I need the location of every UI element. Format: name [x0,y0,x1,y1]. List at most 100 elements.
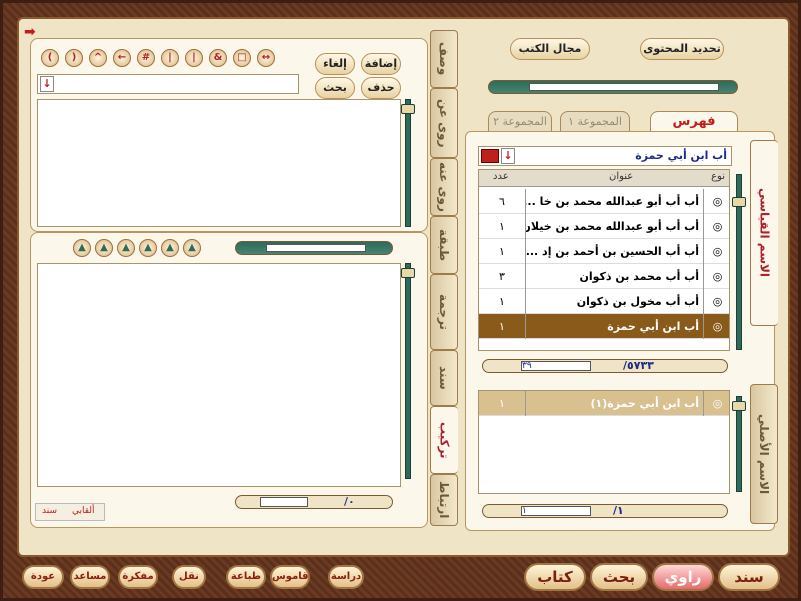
original-scrollbar[interactable] [732,396,746,492]
row-type-icon: ◎ [703,314,731,339]
search-button[interactable]: بحث [315,77,355,99]
bottom-pager: ١ /١ [482,504,728,518]
left-bottom-scrollbar[interactable] [401,263,415,479]
row-count: ١ [499,397,505,410]
bottom-pager-total: /١ [613,504,624,517]
dictionary-button[interactable]: قاموس [270,565,310,589]
row-type-icon: ◎ [703,391,731,416]
transfer-button[interactable]: نقل [172,565,206,589]
left-pager-bar: /٠ [235,495,393,509]
left-mid-bar[interactable] [235,241,393,255]
left-bottom-panel: ▲ ▲ ▲ ▲ ▲ ▲ /٠ ألقابي سند [30,232,428,528]
bottom-pager-current[interactable]: ١ [521,506,591,516]
index-table: نوع عنوان عدد ٦ أب أب أبو عبدالله محمد بن… [478,169,730,351]
index-scrollbar[interactable] [732,174,746,350]
vertical-tab-4[interactable]: ترجمة [430,274,458,350]
row-count: ١ [499,320,505,333]
format-icon[interactable]: ▲ [117,239,135,257]
define-content-button[interactable]: تحديد المحتوى [640,38,724,60]
vertical-tab-3[interactable]: طبقة [430,216,458,274]
tab-standard-name[interactable]: الاسم القياسي [750,140,778,326]
table-row[interactable]: ٣ أب أب محمد بن ذكوان ◎ [479,264,729,289]
vertical-tab-0[interactable]: وصف [430,30,458,88]
symbol-button[interactable]: & [209,49,227,67]
symbol-button[interactable]: ← [113,49,131,67]
header-title: عنوان [609,171,634,182]
row-type-icon: ◎ [703,264,731,289]
row-title: أب أب الحسين بن أحمد بن إد ... [525,239,703,264]
book-scope-button[interactable]: مجال الكتب [510,38,590,60]
back-arrow-icon[interactable]: ➡ [24,24,36,40]
format-icon[interactable]: ▲ [139,239,157,257]
format-icon[interactable]: ▲ [95,239,113,257]
print-button[interactable]: طباعة [226,565,266,589]
row-type-icon: ◎ [703,214,731,239]
table-row[interactable]: ٦ أب أب أبو عبدالله محمد بن خا ... ◎ [479,189,729,214]
tab-original-name[interactable]: الاسم الأصلي [750,384,778,524]
vertical-tab-1[interactable]: روى عن [430,88,458,158]
vertical-tab-7[interactable]: ارتباط [430,474,458,526]
row-type-icon: ◎ [703,189,731,214]
original-table: ١ أب ابن أبي حمزة(١) ◎ [478,390,730,494]
symbol-button[interactable]: | [185,49,203,67]
row-count: ٦ [499,195,505,208]
symbol-button[interactable]: □ [233,49,251,67]
row-count: ١ [499,220,505,233]
symbol-button[interactable]: ↔ [257,49,275,67]
right-top-bar[interactable] [488,80,738,94]
symbol-button[interactable]: ( [41,49,59,67]
row-count: ١ [499,295,505,308]
tab-group-1[interactable]: المجموعة ١ [560,111,630,132]
table-row[interactable]: ١ أب أب أبو عبدالله محمد بن خيلان ◎ [479,214,729,239]
top-pager: ٣٩ /٥٧٣٣ [482,359,728,373]
entry-text-area[interactable] [37,99,401,227]
row-type-icon: ◎ [703,239,731,264]
top-pager-current[interactable]: ٣٩ [521,361,591,371]
symbol-button[interactable]: ^ [89,49,107,67]
table-row[interactable]: ١ أب أب مخول بن ذكوان ◎ [479,289,729,314]
row-type-icon: ◎ [703,289,731,314]
tab-sanad-small[interactable]: سند [42,506,57,516]
row-title: أب ابن أبي حمزة [525,314,703,339]
table-row[interactable]: ١ أب أب الحسين بن أحمد بن إد ... ◎ [479,239,729,264]
nav-rawi-button[interactable]: راوي [652,563,714,591]
row-title: أب أب مخول بن ذكوان [525,289,703,314]
dropdown-arrow-icon[interactable]: ↓ [501,148,515,164]
entry-input[interactable]: ↓ [37,74,299,94]
left-top-panel: () ^ ← # | | & □ ↔ إضافة إلغاء حذف بحث ↓ [30,38,428,232]
nav-sanad-button[interactable]: سند [718,563,780,591]
cancel-button[interactable]: إلغاء [315,53,355,75]
header-type: نوع [711,171,725,182]
symbol-button[interactable]: ) [65,49,83,67]
add-button[interactable]: إضافة [361,53,401,75]
top-pager-total: /٥٧٣٣ [623,359,654,372]
notes-button[interactable]: مفكرة [118,565,158,589]
delete-button[interactable]: حذف [361,77,401,99]
table-header: نوع عنوان عدد [479,170,729,187]
symbol-button[interactable]: | [161,49,179,67]
vertical-tab-6[interactable]: تركيب [430,406,458,474]
left-top-scrollbar[interactable] [401,99,415,227]
symbol-button[interactable]: # [137,49,155,67]
vertical-tab-5[interactable]: سند [430,350,458,406]
assistant-button[interactable]: مساعد [70,565,110,589]
table-row[interactable]: ١ أب ابن أبي حمزة ◎ [479,314,729,339]
format-icon[interactable]: ▲ [183,239,201,257]
vertical-tab-2[interactable]: روى عنه [430,158,458,216]
tab-group-2[interactable]: المجموعة ٢ [488,111,552,132]
row-title: أب ابن أبي حمزة(١) [525,391,703,416]
nav-book-button[interactable]: كتاب [524,563,586,591]
result-text-area[interactable] [37,263,401,487]
keyboard-icon[interactable] [481,149,499,163]
tab-index[interactable]: فهرس [650,111,738,132]
index-search-input[interactable]: أب ابن أبي حمزة ↓ [478,146,732,166]
dropdown-arrow-icon[interactable]: ↓ [40,76,54,92]
header-count: عدد [493,171,509,182]
nav-search-button[interactable]: بحث [590,563,648,591]
study-button[interactable]: دراسة [328,565,364,589]
tab-alqabi[interactable]: ألقابي [72,506,95,516]
table-row[interactable]: ١ أب ابن أبي حمزة(١) ◎ [479,391,729,416]
format-icon[interactable]: ▲ [161,239,179,257]
back-button[interactable]: عودة [22,565,64,589]
format-icon[interactable]: ▲ [73,239,91,257]
